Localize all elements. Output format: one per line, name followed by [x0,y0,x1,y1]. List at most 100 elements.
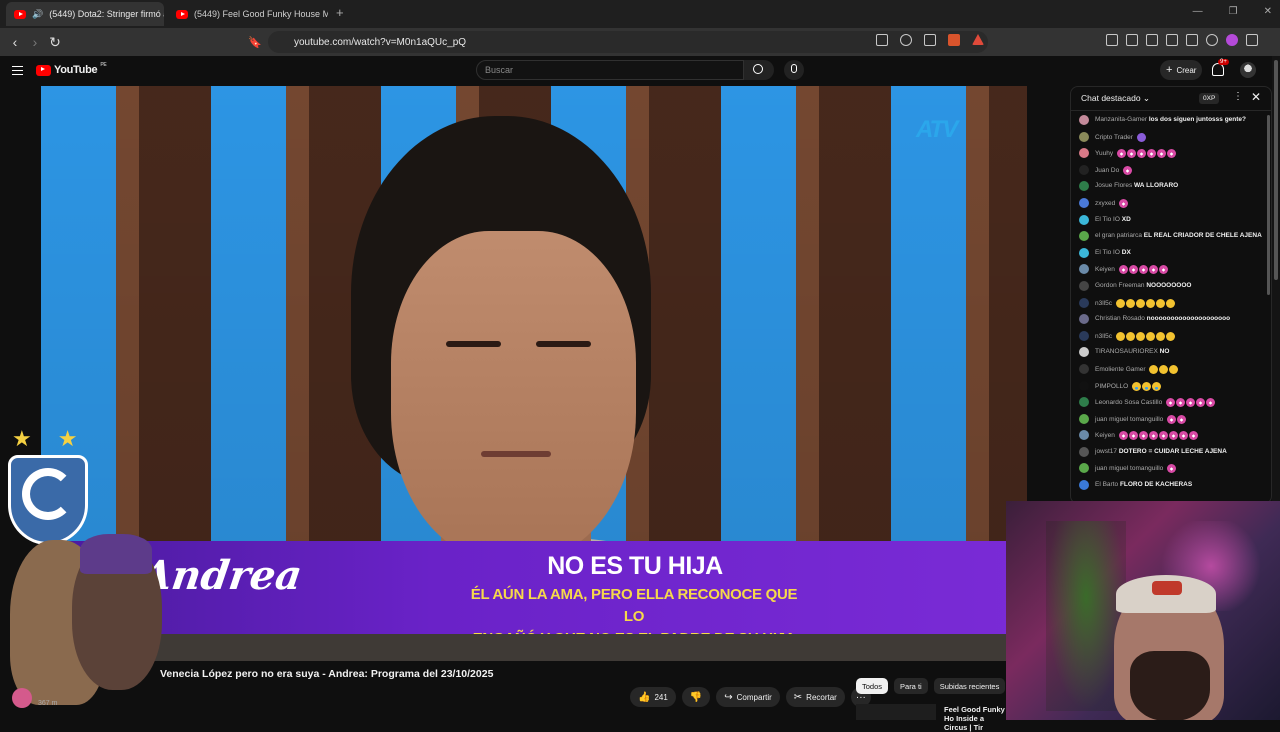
youtube-logo[interactable]: YouTube PE [36,62,107,76]
chat-message[interactable]: Christian Rosado noooooooooooooooooooo [1079,312,1267,329]
chat-author-name[interactable]: Gordon Freeman [1095,282,1145,289]
chip-todos[interactable]: Todos [856,678,889,694]
chat-author-name[interactable]: jowst17 [1095,448,1117,455]
chat-message[interactable]: Leonardo Sosa Castillo [1079,395,1267,412]
menu-icon[interactable] [1246,34,1258,46]
chat-avatar[interactable] [1079,148,1089,159]
chat-author-name[interactable]: Keiyen [1095,267,1115,274]
chat-mode-dropdown[interactable]: Chat destacado ⌄ [1081,93,1150,104]
chip-para-ti[interactable]: Para ti [894,678,928,694]
chat-message[interactable]: jowst17 DOTERO = CUIDAR LECHE AJENA [1079,445,1267,462]
chat-message[interactable]: n3ll5c [1079,296,1267,313]
panel-icon[interactable] [1146,34,1158,46]
chat-message[interactable]: zxyxed [1079,196,1267,213]
profile-icon[interactable] [1226,34,1238,46]
chat-avatar[interactable] [1079,413,1089,424]
chat-avatar[interactable] [1079,164,1089,175]
chat-avatar[interactable] [1079,297,1089,308]
cast-icon[interactable] [876,34,888,46]
hamburger-menu-icon[interactable] [12,66,23,75]
chat-message[interactable]: Cripto Trader [1079,130,1267,147]
chat-avatar[interactable] [1079,397,1089,408]
share-page-icon[interactable] [924,34,936,46]
new-tab-button[interactable]: + [336,5,344,20]
chat-author-name[interactable]: juan miguel tomanguillo [1095,416,1163,423]
chat-author-name[interactable]: Cripto Trader [1095,134,1133,141]
chat-message[interactable]: Juan Do [1079,163,1267,180]
close-window-icon[interactable]: ✕ [1264,6,1272,17]
back-icon[interactable]: ‹ [6,33,24,51]
account-avatar[interactable] [1240,62,1256,78]
chat-message[interactable]: TIRANOSAURIOREX NO [1079,345,1267,362]
forward-icon[interactable]: › [26,33,44,51]
chat-avatar[interactable] [1079,330,1089,341]
chat-author-name[interactable]: n3ll5c [1095,300,1112,307]
minimize-icon[interactable]: — [1193,6,1203,17]
recommendation-thumbnail[interactable] [856,704,936,720]
chat-message[interactable]: Gordon Freeman NOOOOOOOO [1079,279,1267,296]
chat-author-name[interactable]: El Tio IO [1095,216,1120,223]
restore-icon[interactable]: ❐ [1229,6,1238,17]
bookmark-icon[interactable]: 🔖 [246,33,264,51]
chat-avatar[interactable] [1079,463,1089,474]
chat-avatar[interactable] [1079,247,1089,258]
chat-author-name[interactable]: TIRANOSAURIOREX [1095,348,1158,355]
video-player[interactable]: ATV Andrea NO ES TU HIJA ÉL AÚN LA AMA, … [41,86,1027,661]
chat-scrollbar[interactable] [1267,115,1270,295]
recommendation-title[interactable]: Feel Good Funky Ho Inside a Circus | Tir [944,705,1008,732]
chat-author-name[interactable]: zxyxed [1095,200,1115,207]
brave-rewards-icon[interactable] [972,34,984,45]
chat-message[interactable]: Keiyen [1079,428,1267,445]
chat-avatar[interactable] [1079,347,1089,358]
chat-avatar[interactable] [1079,480,1089,491]
chat-message[interactable]: juan miguel tomanguillo [1079,461,1267,478]
chat-avatar[interactable] [1079,264,1089,275]
browser-tab-2[interactable]: (5449) Feel Good Funky House Mix l [168,2,328,26]
search-input[interactable]: Buscar [476,60,744,80]
chip-subidas-recientes[interactable]: Subidas recientes [933,678,1006,694]
chat-author-name[interactable]: Leonardo Sosa Castillo [1095,399,1162,406]
chat-author-name[interactable]: juan miguel tomanguillo [1095,466,1163,473]
extensions-icon[interactable] [1186,34,1198,46]
chat-author-name[interactable]: Keiyen [1095,433,1115,440]
chat-avatar[interactable] [1079,115,1089,125]
chat-avatar[interactable] [1079,231,1089,242]
chat-avatar[interactable] [1079,214,1089,225]
chat-author-name[interactable]: Emoliente Gamer [1095,366,1146,373]
chat-author-name[interactable]: El Tio IO [1095,249,1120,256]
chat-message[interactable]: el gran patriarca EL REAL CRIADOR DE CHE… [1079,229,1267,246]
chat-message[interactable]: PIMPOLLO [1079,379,1267,396]
chat-author-name[interactable]: Yuuhy [1095,150,1113,157]
chat-author-name[interactable]: n3ll5c [1095,333,1112,340]
search-button[interactable] [744,60,774,80]
chat-avatar[interactable] [1079,280,1089,291]
chat-message[interactable]: Manzanita-Gamer los dos siguen juntosss … [1079,113,1267,130]
chat-avatar[interactable] [1079,446,1089,457]
browser-tab-1[interactable]: 🔊 (5449) Dota2: Stringer firmó a ✕ [6,2,164,26]
chat-message[interactable]: El Barto FLORO DE KACHERAS [1079,478,1267,495]
chat-avatar[interactable] [1079,363,1089,374]
chat-author-name[interactable]: Josue Flores [1095,182,1132,189]
chat-author-name[interactable]: El Barto [1095,481,1118,488]
clip-button[interactable]: ✂ Recortar [785,687,845,707]
chat-options-icon[interactable]: ⋮ [1233,91,1243,102]
create-button[interactable]: + Crear [1160,60,1203,80]
xp-badge[interactable]: 0XP [1199,93,1220,104]
channel-avatar[interactable] [12,688,32,708]
chat-avatar[interactable] [1079,314,1089,325]
wallet-icon[interactable] [1166,34,1178,46]
brave-shield-icon[interactable] [948,34,960,46]
chat-message[interactable]: El Tio IO XD [1079,213,1267,230]
vpn-icon[interactable] [1206,34,1218,46]
zoom-icon[interactable] [900,34,912,46]
page-scrollbar-thumb[interactable] [1274,60,1278,280]
voice-search-button[interactable] [784,60,804,80]
dislike-button[interactable]: 👎 [681,687,711,707]
chat-message[interactable]: Emoliente Gamer [1079,362,1267,379]
chat-message[interactable]: Yuuhy [1079,146,1267,163]
chat-author-name[interactable]: Christian Rosado [1095,315,1145,322]
chat-message[interactable]: n3ll5c [1079,329,1267,346]
chat-message[interactable]: Josue Flores WA LLORARO [1079,179,1267,196]
chat-avatar[interactable] [1079,380,1089,391]
chat-author-name[interactable]: Manzanita-Gamer [1095,116,1147,123]
